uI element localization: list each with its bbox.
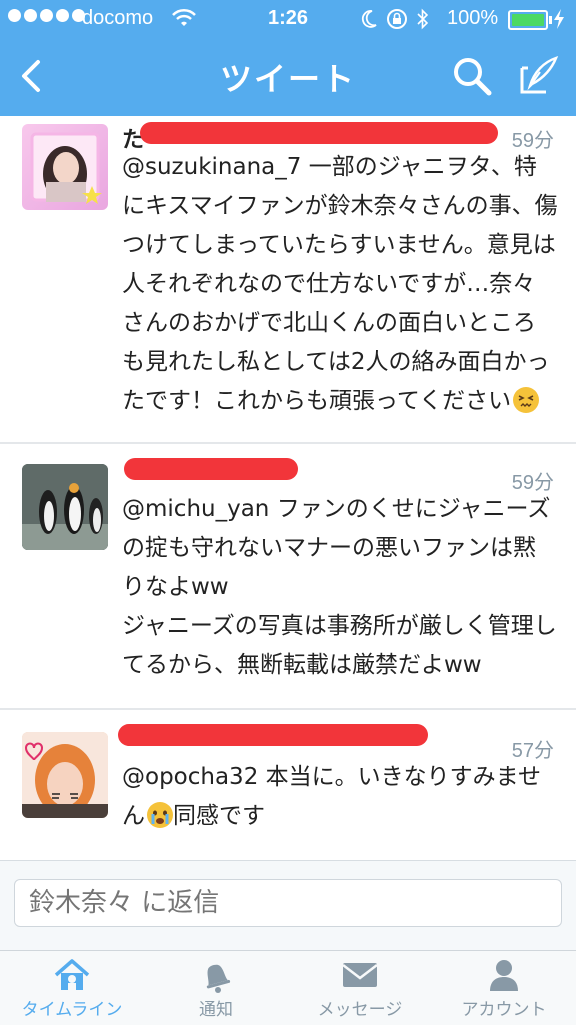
- moon-icon: [361, 10, 377, 28]
- user-avatar[interactable]: [22, 732, 108, 818]
- tweet-item[interactable]: た 59分 @suzukinana_7 一部のジャニヲタ、特にキスマイファンが鈴…: [0, 116, 576, 442]
- top-bar: docomo 1:26 100% ツイート: [0, 0, 576, 116]
- tweet-text: @opocha32 本当に。いきなりすみません 同感です: [122, 764, 541, 829]
- home-icon: [54, 959, 90, 990]
- bell-icon: [206, 964, 231, 993]
- envelope-icon: [342, 963, 378, 987]
- tab-label: メッセージ: [317, 1000, 403, 1020]
- tweet-item[interactable]: 59分 @michu_yan ファンのくせにジャニーズの掟も守れないマナーの悪い…: [0, 444, 576, 708]
- reply-input[interactable]: [14, 879, 562, 927]
- battery-icon: [508, 10, 552, 30]
- tab-notifications[interactable]: 通知: [144, 951, 288, 1025]
- rotation-lock-icon: [387, 9, 407, 29]
- tab-label: 通知: [199, 1000, 233, 1020]
- tab-timeline[interactable]: タイムライン: [0, 951, 144, 1025]
- tweet-text: @michu_yan ファンのくせにジャニーズの掟も守れないマナーの悪いファンは…: [122, 496, 557, 678]
- redacted-username: [118, 724, 428, 746]
- bluetooth-icon: [417, 8, 429, 30]
- search-icon[interactable]: [450, 54, 494, 98]
- reply-bar: [0, 860, 576, 951]
- tab-bar: タイムライン 通知 メッセージ アカウント: [0, 950, 576, 1025]
- tab-label: タイムライン: [21, 1000, 123, 1020]
- user-avatar[interactable]: [22, 464, 108, 550]
- compose-tweet-icon[interactable]: [516, 54, 560, 98]
- person-icon: [490, 960, 518, 991]
- redacted-username: [140, 122, 498, 144]
- battery-percent: 100%: [447, 7, 499, 29]
- tab-messages[interactable]: メッセージ: [288, 951, 432, 1025]
- tab-label: アカウント: [461, 1000, 547, 1020]
- tweet-item[interactable]: 57分 @opocha32 本当に。いきなりすみません 同感です: [0, 710, 576, 860]
- crying-face-icon: [147, 802, 173, 828]
- charging-icon: [554, 9, 564, 29]
- navigation-bar: ツイート: [0, 40, 576, 116]
- persevering-face-icon: [513, 387, 540, 413]
- tab-account[interactable]: アカウント: [432, 951, 576, 1025]
- redacted-username: [124, 458, 298, 480]
- user-avatar[interactable]: [22, 124, 108, 210]
- status-bar: docomo 1:26 100%: [0, 0, 576, 40]
- tweet-text: @suzukinana_7 一部のジャニヲタ、特にキスマイファンが鈴木奈々さんの…: [122, 154, 558, 414]
